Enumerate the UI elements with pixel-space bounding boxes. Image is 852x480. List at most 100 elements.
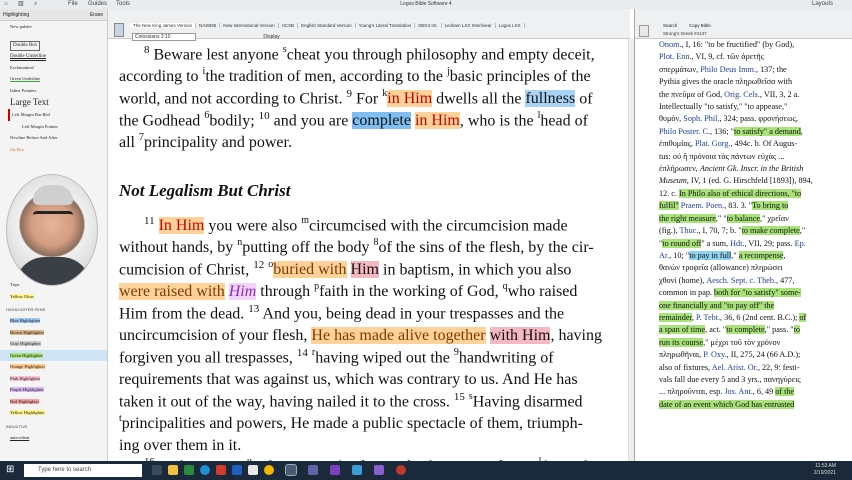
- lexicon-line: ἐπλήρωσεν, Ancient Gk. Inscr. in the Bri…: [659, 164, 804, 174]
- pen-red[interactable]: Red Highlighter: [10, 398, 40, 404]
- onenote-icon[interactable]: [374, 465, 384, 475]
- app-icon-blue[interactable]: [352, 465, 362, 475]
- library-icon[interactable]: ▥: [18, 0, 24, 9]
- tab-sbg[interactable]: SBG4 Int.: [415, 23, 442, 28]
- pen-pink[interactable]: Pink Highlighter: [10, 375, 41, 381]
- chrome-icon[interactable]: [264, 465, 274, 475]
- tab-hcsb[interactable]: HCSB: [279, 23, 299, 28]
- lexicon-line: fulfil" Praem. Poen., 83. 3. "To bring t…: [659, 201, 789, 211]
- teams-icon[interactable]: [308, 465, 318, 475]
- store-icon[interactable]: [248, 465, 258, 475]
- lexicon-line: σπερμάτων, Philo Deus Imm., 137; the: [659, 64, 787, 74]
- lexicon-line: ἐπιθυμίας, Plat. Gorg., 494c. b. Of Augu…: [659, 139, 798, 149]
- erase-button[interactable]: Erase: [90, 9, 103, 21]
- style-large-text[interactable]: Large Text: [0, 96, 107, 109]
- text-line: 11 In Him you were also mcircumcised wit…: [144, 215, 568, 235]
- lexicon-line: Intellectually "to satisfy," "to appease…: [659, 102, 788, 112]
- text-line: cumcision of Christ, 12 oburied with Him…: [119, 259, 572, 279]
- lexicon-line: also of fixtures, Ael. Arist. Or., 22, 9…: [659, 362, 800, 372]
- style-inline-pointers[interactable]: Inline Pointers: [0, 85, 107, 97]
- lexicon-line: Philo Poster. C., 136; "to satisfy" a de…: [659, 126, 803, 136]
- windows-start-icon[interactable]: ⊞: [6, 464, 14, 475]
- tab-nasb95[interactable]: NASB95: [196, 23, 221, 28]
- highlighting-tab[interactable]: Highlighting Erase: [0, 9, 107, 21]
- text-line: requirements that was against us, which …: [119, 371, 578, 388]
- text-line: ing over them in it.: [119, 437, 242, 454]
- file-explorer-icon[interactable]: [168, 465, 178, 475]
- system-clock[interactable]: 11:53 AM 2/19/2021: [814, 463, 836, 477]
- lexicon-line: θανὼν τροφεῖα (allowance) πληρώσει: [659, 263, 783, 273]
- style-newline[interactable]: Newline Before And After: [0, 132, 107, 144]
- lexicon-line: run its course," μέχρι τοῦ τὸν χρόνον: [659, 337, 781, 347]
- taskbar-search-input[interactable]: Type here to search: [24, 464, 142, 477]
- layouts-button[interactable]: Layouts: [812, 0, 833, 9]
- highlighter-section-header: HIGHLIGHTER PENS: [6, 307, 46, 312]
- text-line: all 7principality and power.: [119, 132, 292, 152]
- lexicon-line: one financially and "to pay off" the: [659, 300, 775, 310]
- text-line: tprincipalities and powers, He made a pu…: [119, 413, 583, 433]
- pen-green[interactable]: Green Highlighter: [10, 352, 43, 358]
- search-icon[interactable]: ⌕: [34, 0, 37, 9]
- style-double-box[interactable]: Double Box: [10, 40, 41, 51]
- lexicon-line: tus: οὐ ἤ πρόνοια τὰς πάντων εὐχὰς ...: [659, 151, 785, 161]
- lexicon-panel: Search Copy Bible Strong's Greek #4137 O…: [634, 9, 852, 461]
- pen-blue[interactable]: Blue Highlighter: [10, 318, 41, 323]
- lexicon-line: πληρωθῆναι, P. Oxy., II, 275, 24 (66 A.D…: [659, 350, 801, 360]
- text-line: forgiven you all trespasses, 14 rhaving …: [119, 347, 554, 367]
- tab-lexham[interactable]: Lexham LXX Interlinear: [442, 23, 496, 28]
- pen-gray[interactable]: Gray Highlighter: [10, 341, 41, 346]
- clock-time: 11:53 AM: [815, 463, 836, 469]
- lexicon-line: the πνεῦμα of God, Orig. Cels., VII, 3, …: [659, 89, 800, 99]
- lexicon-line: Museum, IV, 1 (ed. G. Hirschfeld [1893])…: [659, 176, 813, 186]
- bible-book-icon: [114, 23, 124, 37]
- copy-bible-tab[interactable]: Copy Bible: [689, 23, 711, 28]
- lexicon-entry: Onom., I, 16: "to be fructified" (by God…: [659, 39, 849, 411]
- style-left-margin-bar-red[interactable]: Left Margin Bar Red: [8, 109, 107, 121]
- lexicon-line: "to round off" a sum, Hdt., VII, 29; pas…: [659, 238, 806, 248]
- webcam-hair: [33, 185, 73, 205]
- tab-nkjv[interactable]: The New King James Version: [130, 23, 197, 28]
- text-line: taken it out of the way, having nailed i…: [119, 391, 583, 411]
- office-icon[interactable]: [216, 465, 226, 475]
- style-left-margin-pointer[interactable]: Left Margin Pointer: [0, 121, 107, 133]
- section-heading: Not Legalism But Christ: [119, 181, 291, 200]
- word-icon[interactable]: [232, 465, 242, 475]
- webcam-shirt: [15, 257, 91, 285]
- style-double-underline[interactable]: Double Underline: [0, 51, 107, 62]
- resource-tabs: The New King James Version NASB95 New Inte…: [130, 23, 525, 28]
- lexicon-line: Pythia gives the oracle πληρωθεῖσα with: [659, 77, 793, 87]
- title-bar: Logos Bible Software 4 ⌂ ▥ ⌕ File Guides…: [0, 0, 852, 9]
- text-line: were raised with Him through pfaith in t…: [119, 281, 578, 300]
- pen-orange[interactable]: Orange Highlighter: [10, 364, 46, 369]
- style-on-fire[interactable]: On Fire: [0, 144, 107, 156]
- lexicon-line: (fig.), Thuc., I, 70, 7; b. "to make com…: [659, 226, 806, 236]
- menu-file[interactable]: File: [68, 0, 78, 9]
- pen-yellow[interactable]: Yellow Highlighter: [10, 410, 45, 415]
- logos-taskbar-icon[interactable]: [285, 464, 297, 476]
- recorder-icon[interactable]: [396, 465, 406, 475]
- excel-icon[interactable]: [184, 465, 194, 475]
- pen-brown[interactable]: Brown Highlighter: [10, 329, 45, 335]
- text-line: the Godhead 6bodily; 10 and you are comp…: [119, 110, 588, 130]
- task-view-icon[interactable]: [152, 465, 162, 475]
- menu-guides[interactable]: Guides: [88, 0, 107, 9]
- style-yellow-glow[interactable]: Yellow Glow: [10, 293, 34, 299]
- pen-purple[interactable]: Purple Highlighter: [10, 387, 44, 392]
- tab-esv[interactable]: English Standard Version: [298, 23, 356, 28]
- home-icon[interactable]: ⌂: [4, 0, 8, 9]
- style-exclamation[interactable]: Exclamation!: [0, 62, 107, 74]
- tab-logos-lxx[interactable]: Logos LXX: [496, 23, 525, 28]
- lexicon-search-tab[interactable]: Search: [663, 23, 677, 28]
- webcam-overlay: [6, 174, 98, 286]
- bible-panel-header: The New King James Version NASB95 New Inte…: [108, 9, 630, 41]
- menu-tools[interactable]: Tools: [116, 0, 130, 9]
- inductive-antecedent[interactable]: antecedent: [0, 432, 107, 444]
- lexicon-line: χθονί (home), Aesch. Sept. c. Theb., 477…: [659, 275, 795, 285]
- edge-icon[interactable]: [200, 465, 210, 475]
- app-icon-purple[interactable]: [330, 465, 340, 475]
- style-green-underline[interactable]: Green Underline: [0, 73, 107, 85]
- tab-ylt[interactable]: Young's Literal Translation: [356, 23, 416, 28]
- style-new-palette[interactable]: New palette: [0, 21, 107, 33]
- tab-niv[interactable]: New International Version: [220, 23, 279, 28]
- text-line: according to ithe tradition of men, acco…: [119, 66, 591, 86]
